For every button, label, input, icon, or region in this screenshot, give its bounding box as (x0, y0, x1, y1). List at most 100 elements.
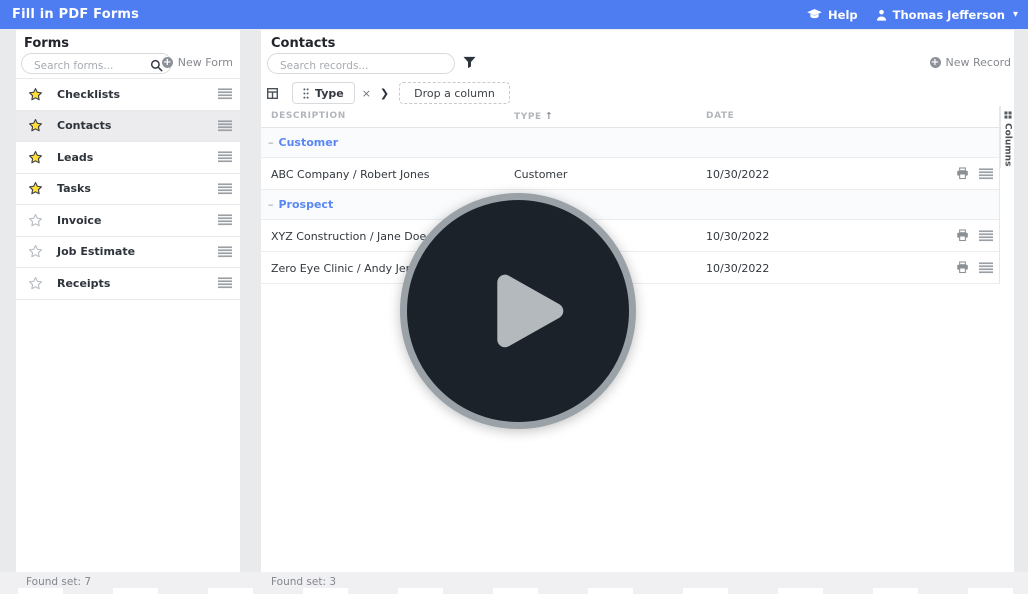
drag-grip-icon (303, 87, 309, 99)
cell-type: Customer (514, 168, 568, 181)
collapse-group-icon[interactable]: – (268, 136, 274, 149)
sidebar-item-label: Receipts (57, 276, 111, 290)
help-button[interactable]: Help (807, 8, 858, 22)
top-bar-right: Help Thomas Jefferson ▾ (807, 8, 1018, 22)
menu-icon[interactable] (218, 277, 232, 289)
cell-description: ABC Company / Robert Jones (271, 168, 430, 181)
new-form-label: New Form (177, 56, 233, 69)
menu-icon[interactable] (218, 151, 232, 163)
collapse-group-icon[interactable]: – (268, 198, 274, 211)
sidebar-item-leads[interactable]: Leads (16, 142, 240, 174)
menu-icon[interactable] (218, 214, 232, 226)
sidebar-item-label: Contacts (57, 119, 112, 133)
chevron-down-icon: ▾ (1012, 9, 1018, 20)
search-forms-input[interactable] (22, 56, 171, 76)
user-menu[interactable]: Thomas Jefferson ▾ (876, 8, 1018, 22)
group-table-icon[interactable] (267, 87, 278, 99)
user-name: Thomas Jefferson (892, 7, 1005, 22)
menu-icon[interactable] (218, 183, 232, 195)
forms-panel-title: Forms (24, 36, 69, 51)
star-outline-icon[interactable] (28, 244, 43, 259)
columns-grid-icon (1003, 111, 1012, 119)
star-filled-icon[interactable] (28, 87, 43, 102)
user-icon (876, 9, 887, 21)
help-label: Help (828, 7, 858, 22)
status-footer: Found set: 7 Found set: 3 (0, 572, 1028, 594)
columns-tab[interactable]: Columns (1000, 106, 1014, 168)
group-by-bar: Type × ❯ Drop a column (267, 82, 510, 104)
contacts-panel: Contacts + New Record Type × ❯ Drop a co (261, 30, 1014, 572)
new-record-button[interactable]: + New Record (929, 56, 1012, 69)
records-table: DESCRIPTION TYPE ↑ DATE – Customer ABC Co… (261, 106, 1000, 284)
sidebar-item-contacts[interactable]: Contacts (16, 110, 240, 142)
drop-column-target[interactable]: Drop a column (399, 82, 510, 104)
forms-list: Checklists Contacts Leads Tasks Invoice (16, 78, 240, 300)
star-outline-icon[interactable] (28, 276, 43, 291)
table-header-row: DESCRIPTION TYPE ↑ DATE (261, 106, 999, 128)
group-label[interactable]: Customer (279, 136, 339, 149)
sidebar-item-receipts[interactable]: Receipts (16, 268, 240, 300)
forms-panel: Forms + New Form Checklists Contacts (16, 30, 240, 572)
columns-tab-label: Columns (1002, 123, 1013, 167)
star-filled-icon[interactable] (28, 150, 43, 165)
group-row-customer: – Customer (261, 128, 999, 158)
row-actions (956, 229, 993, 242)
new-form-button[interactable]: + New Form (161, 56, 233, 69)
group-row-prospect: – Prospect (261, 190, 999, 220)
chevron-right-icon[interactable]: ❯ (380, 87, 389, 100)
cell-date: 10/30/2022 (706, 230, 770, 243)
top-bar: Fill in PDF Forms Help Thomas Jefferson … (0, 0, 1028, 29)
cell-date: 10/30/2022 (706, 168, 770, 181)
row-actions (956, 261, 993, 274)
records-search (267, 53, 455, 76)
help-icon (807, 9, 822, 20)
forms-search (21, 53, 172, 76)
row-menu-icon[interactable] (979, 261, 993, 274)
new-record-label: New Record (945, 56, 1012, 69)
table-row[interactable]: XYZ Construction / Jane Doe 10/30/2022 (261, 220, 999, 252)
row-menu-icon[interactable] (979, 229, 993, 242)
plus-icon: + (161, 56, 173, 68)
forms-found-set: Found set: 7 (26, 576, 92, 588)
row-menu-icon[interactable] (979, 167, 993, 180)
row-actions (956, 167, 993, 180)
group-chip-label: Type (315, 86, 344, 100)
remove-group-icon[interactable]: × (362, 87, 371, 100)
print-icon[interactable] (956, 229, 969, 242)
app-title: Fill in PDF Forms (12, 7, 140, 22)
sidebar-item-label: Tasks (57, 182, 91, 196)
star-filled-icon[interactable] (28, 181, 43, 196)
menu-icon[interactable] (218, 246, 232, 258)
group-label[interactable]: Prospect (279, 198, 334, 211)
contacts-panel-title: Contacts (271, 36, 336, 51)
cell-description: XYZ Construction / Jane Doe (271, 230, 427, 243)
filter-icon[interactable] (463, 56, 476, 69)
group-chip-type[interactable]: Type (292, 82, 355, 104)
sidebar-item-label: Leads (57, 150, 94, 164)
video-play-button[interactable] (400, 193, 636, 429)
star-filled-icon[interactable] (28, 118, 43, 133)
sidebar-item-checklists[interactable]: Checklists (16, 79, 240, 111)
sidebar-item-tasks[interactable]: Tasks (16, 174, 240, 205)
print-icon[interactable] (956, 261, 969, 274)
sidebar-item-invoice[interactable]: Invoice (16, 205, 240, 237)
sidebar-item-label: Checklists (57, 87, 121, 101)
sidebar-item-job-estimate[interactable]: Job Estimate (16, 237, 240, 268)
column-header-date[interactable]: DATE (706, 111, 734, 121)
table-row[interactable]: ABC Company / Robert Jones Customer 10/3… (261, 158, 999, 190)
column-header-type[interactable]: TYPE ↑ (514, 111, 553, 122)
menu-icon[interactable] (218, 120, 232, 132)
app-window: Fill in PDF Forms Help Thomas Jefferson … (0, 0, 1028, 594)
sort-ascending-icon: ↑ (544, 111, 553, 122)
star-outline-icon[interactable] (28, 213, 43, 228)
column-header-description[interactable]: DESCRIPTION (271, 111, 346, 121)
plus-icon: + (929, 56, 941, 68)
sidebar-item-label: Job Estimate (57, 245, 136, 259)
records-found-set: Found set: 3 (271, 576, 337, 588)
print-icon[interactable] (956, 167, 969, 180)
menu-icon[interactable] (218, 88, 232, 100)
cell-date: 10/30/2022 (706, 262, 770, 275)
search-records-input[interactable] (268, 56, 454, 76)
play-icon (497, 274, 564, 348)
sidebar-item-label: Invoice (57, 213, 102, 227)
